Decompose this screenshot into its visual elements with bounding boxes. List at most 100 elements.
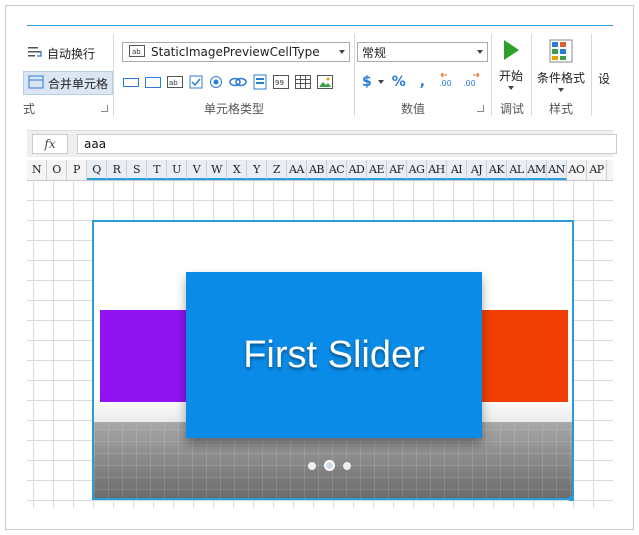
button-celltype-icon[interactable] xyxy=(123,76,139,91)
percent-button[interactable]: % xyxy=(392,74,406,90)
ribbon-separator xyxy=(591,34,592,116)
ribbon: 自动换行 合并单元格 式 ab StaticImagePreviewCellTy… xyxy=(17,32,613,118)
column-header-y[interactable]: Y xyxy=(247,160,267,180)
column-header-aa[interactable]: AA xyxy=(287,160,307,180)
column-header-al[interactable]: AL xyxy=(507,160,527,180)
start-label: 开始 xyxy=(499,69,524,83)
column-header-am[interactable]: AM xyxy=(527,160,547,180)
column-header-ao[interactable]: AO xyxy=(567,160,587,180)
column-header-ae[interactable]: AE xyxy=(367,160,387,180)
debug-group-label: 调试 xyxy=(500,102,525,116)
column-header-w[interactable]: W xyxy=(207,160,227,180)
cell-type-combo[interactable]: ab StaticImagePreviewCellType xyxy=(122,42,350,62)
chevron-down-icon xyxy=(508,86,514,90)
increase-decimal-icon[interactable]: .00 xyxy=(439,72,457,91)
start-button[interactable]: 开始 xyxy=(499,38,523,90)
formula-input[interactable]: aaa xyxy=(77,134,617,154)
cell-type-group-label: 单元格类型 xyxy=(204,102,265,116)
list-celltype-icon[interactable] xyxy=(253,74,267,93)
insert-function-button[interactable]: fx xyxy=(32,134,68,154)
number-group-label: 数值 xyxy=(401,102,426,116)
column-header-z[interactable]: Z xyxy=(267,160,287,180)
merge-cells-button[interactable]: 合并单元格 xyxy=(23,71,114,95)
image-celltype-icon[interactable] xyxy=(317,75,333,92)
cell-type-icon: ab xyxy=(129,44,145,60)
column-header-v[interactable]: V xyxy=(187,160,207,180)
column-header-ak[interactable]: AK xyxy=(487,160,507,180)
slide-left-preview[interactable] xyxy=(100,310,192,402)
column-header-t[interactable]: T xyxy=(147,160,167,180)
textbox-celltype-icon[interactable] xyxy=(145,76,161,91)
column-header-q[interactable]: Q xyxy=(87,160,107,180)
conditional-format-icon xyxy=(548,38,574,67)
hyperlink-celltype-icon[interactable] xyxy=(229,76,247,91)
checkbox-celltype-icon[interactable] xyxy=(189,75,203,92)
decrease-decimal-icon[interactable]: .00 xyxy=(463,72,481,91)
number-format-buttons: $ % , .00 .00 xyxy=(362,72,481,91)
chevron-down-icon xyxy=(477,50,483,54)
chevron-down-icon xyxy=(339,50,345,54)
merge-cells-icon xyxy=(28,75,44,92)
resize-handle[interactable] xyxy=(569,496,574,501)
slider-pagination xyxy=(308,460,351,471)
ribbon-separator xyxy=(531,34,532,116)
image-slider-cell[interactable]: First Slider xyxy=(92,220,574,500)
column-header-s[interactable]: S xyxy=(127,160,147,180)
table-celltype-icon[interactable] xyxy=(295,75,311,92)
svg-text:99: 99 xyxy=(275,79,284,87)
style-group-label: 样式 xyxy=(549,102,574,116)
svg-text:ab: ab xyxy=(169,79,178,87)
conditional-format-button[interactable]: 条件格式 xyxy=(537,38,585,92)
slider-dot[interactable] xyxy=(308,461,316,470)
column-header-ad[interactable]: AD xyxy=(347,160,367,180)
play-icon xyxy=(501,38,521,65)
settings-button[interactable]: 设 xyxy=(598,70,610,87)
svg-text:ab: ab xyxy=(132,48,141,56)
wrap-text-icon xyxy=(27,45,43,62)
settings-label: 设 xyxy=(598,72,611,86)
wrap-text-label: 自动换行 xyxy=(47,46,96,61)
number-celltype-icon[interactable]: 99 xyxy=(273,75,289,92)
svg-text:.00: .00 xyxy=(463,79,476,88)
svg-text:.00: .00 xyxy=(439,79,452,88)
slider-dot[interactable] xyxy=(324,460,335,471)
ribbon-separator xyxy=(354,34,355,116)
column-header-ai[interactable]: AI xyxy=(447,160,467,180)
column-header-row: N O P Q R S T U V W X Y Z AA AB AC AD AE AF AG AH AI AJ AK AL AM A… xyxy=(27,160,613,181)
number-dialog-launcher[interactable] xyxy=(477,105,484,112)
column-header-an[interactable]: AN xyxy=(547,160,567,180)
alignment-group-label: 式 xyxy=(23,102,36,116)
column-header-ap[interactable]: AP xyxy=(587,160,607,180)
chevron-down-icon xyxy=(558,88,564,92)
column-header-af[interactable]: AF xyxy=(387,160,407,180)
cell-type-gallery: ab 99 xyxy=(123,74,333,93)
column-header-n[interactable]: N xyxy=(27,160,47,180)
column-header-p[interactable]: P xyxy=(67,160,87,180)
slider-dot[interactable] xyxy=(343,461,351,470)
alignment-dialog-launcher[interactable] xyxy=(101,105,108,112)
slide-main[interactable]: First Slider xyxy=(186,272,482,438)
comma-button[interactable]: , xyxy=(420,74,425,90)
currency-dropdown-icon[interactable] xyxy=(377,79,384,84)
column-header-x[interactable]: X xyxy=(227,160,247,180)
currency-button[interactable]: $ xyxy=(362,74,372,90)
column-header-r[interactable]: R xyxy=(107,160,127,180)
radio-celltype-icon[interactable] xyxy=(209,75,223,92)
merge-cells-label: 合并单元格 xyxy=(48,76,109,91)
column-header-aj[interactable]: AJ xyxy=(467,160,487,180)
column-header-u[interactable]: U xyxy=(167,160,187,180)
number-format-combo[interactable]: 常规 xyxy=(357,42,488,62)
slide-right-preview[interactable] xyxy=(480,310,568,402)
conditional-format-label: 条件格式 xyxy=(537,71,586,85)
column-header-ah[interactable]: AH xyxy=(427,160,447,180)
cell-type-value: StaticImagePreviewCellType xyxy=(151,45,320,59)
column-header-o[interactable]: O xyxy=(47,160,67,180)
ribbon-top-accent-line xyxy=(27,25,613,26)
column-header-ag[interactable]: AG xyxy=(407,160,427,180)
wrap-text-button[interactable]: 自动换行 xyxy=(23,42,99,64)
column-header-ab[interactable]: AB xyxy=(307,160,327,180)
ribbon-separator xyxy=(113,34,114,116)
slide-title: First Slider xyxy=(243,333,425,376)
text-celltype-icon[interactable]: ab xyxy=(167,76,183,91)
column-header-ac[interactable]: AC xyxy=(327,160,347,180)
